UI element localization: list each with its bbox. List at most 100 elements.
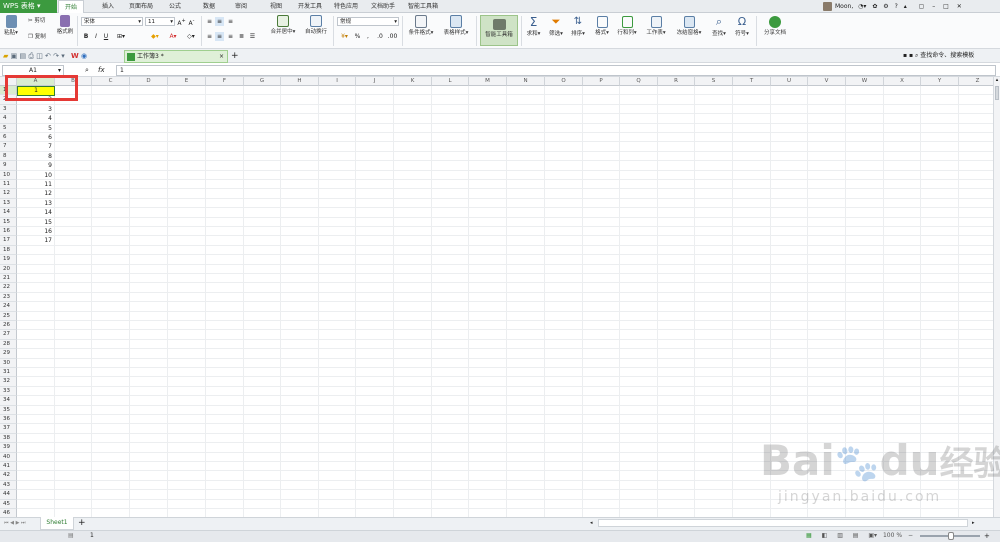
page-break-icon[interactable]: ▤ [853,532,859,539]
font-name-select[interactable]: 宋体 ▾ [81,17,143,26]
tab-3[interactable]: 公式 [162,0,188,13]
close-icon[interactable]: ✕ [957,3,962,10]
distributed-icon[interactable]: ☰ [248,32,257,41]
scroll-left-icon[interactable]: ◂ [590,519,593,527]
message-icon[interactable]: ▪ [903,52,907,59]
copy-button[interactable]: ❐ 复制 [28,32,46,40]
conditional-format-button[interactable]: 条件格式▾ [406,15,436,36]
decrease-decimal-icon[interactable]: .00 [387,32,398,41]
row-header-17[interactable]: 17 [0,236,17,246]
column-header-u[interactable]: U [771,77,808,86]
row-header-15[interactable]: 15 [0,217,17,227]
tab-0[interactable]: 开始 [58,0,84,14]
row-header-35[interactable]: 35 [0,405,17,415]
font-size-select[interactable]: 11 ▾ [145,17,175,26]
cell-a4[interactable]: 4 [17,114,55,124]
find-button[interactable]: ⌕ 查找▾ [709,15,729,37]
reading-view-icon[interactable]: ◧ [822,532,828,539]
cell-a5[interactable]: 5 [17,123,55,133]
row-header-7[interactable]: 7 [0,142,17,152]
smart-toolbox-button[interactable]: 智能工具箱 [480,15,518,46]
page-layout-icon[interactable]: ▥ [837,532,843,539]
sum-button[interactable]: Σ 求和▾ [525,15,542,37]
column-header-g[interactable]: G [244,77,281,86]
row-header-21[interactable]: 21 [0,274,17,284]
row-header-39[interactable]: 39 [0,443,17,453]
sort-button[interactable]: ⇅ 排序▾ [569,15,587,37]
row-header-31[interactable]: 31 [0,368,17,378]
cell-a17[interactable]: 17 [17,236,55,246]
cell-a9[interactable]: 9 [17,161,55,171]
window-minimize-icon[interactable]: – [932,3,935,10]
bold-icon[interactable]: B [82,32,90,41]
row-header-43[interactable]: 43 [0,480,17,491]
format-button[interactable]: 格式▾ [593,15,611,36]
tab-7[interactable]: 开发工具 [295,0,325,13]
sheet-tab[interactable]: Sheet1 [40,517,74,530]
column-header-z[interactable]: Z [959,77,993,86]
row-header-28[interactable]: 28 [0,339,17,350]
row-col-button[interactable]: 行和列▾ [616,15,638,36]
row-header-40[interactable]: 40 [0,452,17,462]
italic-icon[interactable]: I [92,32,100,41]
currency-icon[interactable]: ¥▾ [338,32,351,41]
tab-1[interactable]: 插入 [96,0,120,13]
row-header-33[interactable]: 33 [0,386,17,397]
window-restore-icon[interactable]: ▢ [919,3,925,10]
redo-icon[interactable]: ↷ [53,52,59,60]
fullscreen-icon[interactable]: ▣▾ [868,532,877,539]
merge-center-button[interactable]: 合并居中▾ [265,15,301,35]
align-right-icon[interactable]: ≡ [226,32,235,41]
tab-10[interactable]: 智能工具箱 [404,0,442,13]
column-header-y[interactable]: Y [921,77,959,86]
row-header-16[interactable]: 16 [0,227,17,237]
row-header-4[interactable]: 4 [0,114,17,124]
column-header-d[interactable]: D [130,77,168,86]
scroll-thumb[interactable] [995,86,999,100]
column-header-q[interactable]: Q [620,77,658,86]
column-header-t[interactable]: T [733,77,771,86]
layout-icon[interactable]: ▪ [909,52,913,59]
avatar[interactable] [823,2,832,11]
formula-input[interactable]: 1 [116,65,996,76]
number-format-select[interactable]: 常规 ▾ [337,17,399,26]
paste-button[interactable]: 粘贴▾ [3,15,19,36]
tab-4[interactable]: 数据 [196,0,222,13]
thousands-icon[interactable]: , [364,32,372,41]
cell-a6[interactable]: 6 [17,133,55,143]
tab-2[interactable]: 页面布局 [124,0,158,13]
minimize-ribbon-icon[interactable]: ▴ [904,3,907,10]
row-header-18[interactable]: 18 [0,245,17,256]
cell-a3[interactable]: 3 [17,104,55,115]
tab-5[interactable]: 审阅 [228,0,254,13]
row-header-24[interactable]: 24 [0,302,17,312]
row-header-44[interactable]: 44 [0,490,17,500]
row-header-14[interactable]: 14 [0,208,17,218]
symbol-button[interactable]: Ω 符号▾ [732,15,752,37]
save-as-icon[interactable]: ▤ [19,52,26,60]
cell-a8[interactable]: 8 [17,151,55,162]
column-header-m[interactable]: M [469,77,507,86]
fx-icon[interactable]: fx [98,65,105,76]
row-header-38[interactable]: 38 [0,433,17,444]
increase-font-icon[interactable]: A+ [177,17,186,28]
align-center-icon[interactable]: ≡ [215,32,224,41]
zoom-slider[interactable] [920,532,980,540]
row-header-22[interactable]: 22 [0,283,17,293]
document-tab[interactable]: 工作簿3 * × [124,50,228,63]
scroll-up-icon[interactable]: ▴ [994,77,1000,85]
row-header-6[interactable]: 6 [0,133,17,143]
freeze-panes-button[interactable]: 冻结窗格▾ [673,15,705,36]
zoom-formula-icon[interactable]: ⌕ [85,65,89,76]
row-header-30[interactable]: 30 [0,358,17,368]
browser-icon[interactable]: ◉ [81,52,87,60]
row-header-42[interactable]: 42 [0,471,17,481]
wrap-text-button[interactable]: 自动换行 [302,15,330,35]
row-header-8[interactable]: 8 [0,151,17,162]
align-top-icon[interactable]: ≡ [205,17,214,26]
fill-color-icon[interactable]: ◆▾ [148,32,162,41]
zoom-in-icon[interactable]: + [984,531,990,541]
share-doc-button[interactable]: 分享文档 [760,15,790,36]
row-header-37[interactable]: 37 [0,424,17,434]
row-header-41[interactable]: 41 [0,462,17,472]
